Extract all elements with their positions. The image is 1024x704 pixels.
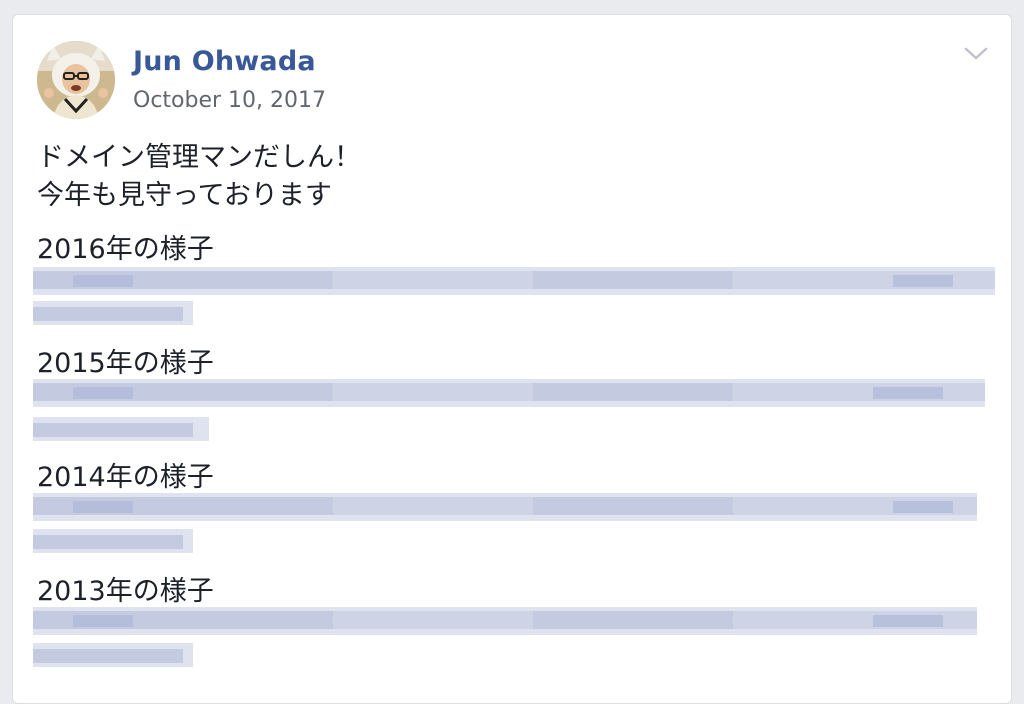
year-heading-2013: 2013年の様子: [37, 576, 214, 607]
blurred-link-2015[interactable]: [33, 379, 995, 449]
message-line: 今年も見守っております: [37, 180, 332, 211]
year-heading-2015: 2015年の様子: [37, 348, 214, 379]
blurred-link-2013[interactable]: [33, 607, 995, 677]
post-timestamp-link[interactable]: October 10, 2017: [133, 88, 326, 113]
avatar[interactable]: [37, 41, 115, 119]
post-message: ドメイン管理マンだしん！ 今年も見守っております: [37, 139, 361, 215]
avatar-image: [37, 41, 115, 119]
post-card: Jun Ohwada October 10, 2017 ドメイン管理マンだしん！…: [12, 14, 1012, 704]
blurred-link-2014[interactable]: [33, 493, 995, 563]
chevron-down-icon[interactable]: [961, 43, 991, 65]
author-name-link[interactable]: Jun Ohwada: [133, 46, 316, 77]
message-line: ドメイン管理マンだしん！: [37, 142, 361, 173]
blurred-link-2016[interactable]: [33, 267, 995, 337]
year-heading-2014: 2014年の様子: [37, 462, 214, 493]
year-heading-2016: 2016年の様子: [37, 234, 214, 265]
